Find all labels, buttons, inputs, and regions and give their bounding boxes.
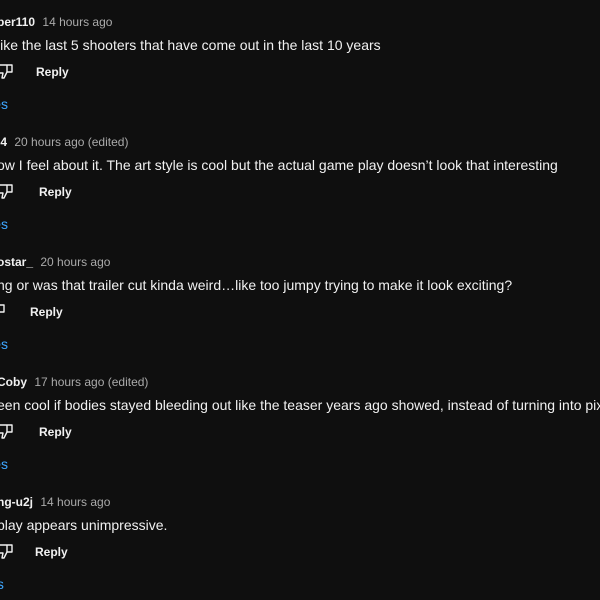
thumbs-down-icon[interactable] bbox=[0, 422, 14, 440]
comment-text: play appears unimpressive. bbox=[0, 517, 168, 533]
comment-actions: Reply bbox=[0, 422, 100, 442]
comment-author[interactable]: ng-u2j bbox=[0, 495, 33, 509]
comment-timestamp[interactable]: 14 hours ago bbox=[42, 15, 112, 29]
comment-actions: Reply bbox=[0, 62, 100, 82]
comment-thread: Coby 17 hours ago (edited) een cool if b… bbox=[0, 360, 600, 480]
reply-button[interactable]: Reply bbox=[36, 65, 69, 79]
view-replies-button[interactable]: lies bbox=[0, 216, 8, 232]
comment-text: like the last 5 shooters that have come … bbox=[0, 37, 381, 53]
reply-button[interactable]: Reply bbox=[39, 185, 72, 199]
comment-actions: Reply bbox=[0, 302, 100, 322]
reply-button[interactable]: Reply bbox=[39, 425, 72, 439]
thumbs-down-icon[interactable] bbox=[0, 182, 14, 200]
comment-timestamp[interactable]: 17 hours ago (edited) bbox=[34, 375, 148, 389]
comment-header: Coby 17 hours ago (edited) bbox=[0, 375, 148, 389]
thumbs-down-icon[interactable] bbox=[0, 542, 14, 560]
view-replies-button[interactable]: lies bbox=[0, 456, 8, 472]
view-replies-button[interactable]: lies bbox=[0, 336, 8, 352]
comment-timestamp[interactable]: 14 hours ago bbox=[40, 495, 110, 509]
comment-thread: l4 20 hours ago (edited) ow I feel about… bbox=[0, 120, 600, 240]
comment-thread: per110 14 hours ago like the last 5 shoo… bbox=[0, 0, 600, 120]
comment-text: een cool if bodies stayed bleeding out l… bbox=[0, 397, 600, 413]
comments-section: per110 14 hours ago like the last 5 shoo… bbox=[0, 0, 600, 600]
comment-text: ow I feel about it. The art style is coo… bbox=[0, 157, 558, 173]
comment-author[interactable]: l4 bbox=[0, 135, 7, 149]
comment-header: per110 14 hours ago bbox=[0, 15, 112, 29]
view-replies-button[interactable]: lies bbox=[0, 96, 8, 112]
comment-thread: ng-u2j 14 hours ago play appears unimpre… bbox=[0, 480, 600, 600]
comment-header: ostar_ 20 hours ago bbox=[0, 255, 110, 269]
reply-button[interactable]: Reply bbox=[35, 545, 68, 559]
comment-thread: ostar_ 20 hours ago ng or was that trail… bbox=[0, 240, 600, 360]
thumbs-down-icon[interactable] bbox=[0, 62, 14, 80]
view-replies-button[interactable]: ies bbox=[0, 576, 4, 592]
reply-button[interactable]: Reply bbox=[30, 305, 63, 319]
comment-timestamp[interactable]: 20 hours ago bbox=[40, 255, 110, 269]
comment-text: ng or was that trailer cut kinda weird…l… bbox=[0, 277, 513, 293]
comment-author[interactable]: ostar_ bbox=[0, 255, 33, 269]
comment-actions: Reply bbox=[0, 182, 100, 202]
comment-header: ng-u2j 14 hours ago bbox=[0, 495, 110, 509]
comment-timestamp[interactable]: 20 hours ago (edited) bbox=[14, 135, 128, 149]
comment-header: l4 20 hours ago (edited) bbox=[0, 135, 128, 149]
comment-author[interactable]: per110 bbox=[0, 15, 35, 29]
comment-actions: Reply bbox=[0, 542, 100, 562]
thumbs-down-icon[interactable] bbox=[0, 302, 6, 320]
comment-author[interactable]: Coby bbox=[0, 375, 27, 389]
